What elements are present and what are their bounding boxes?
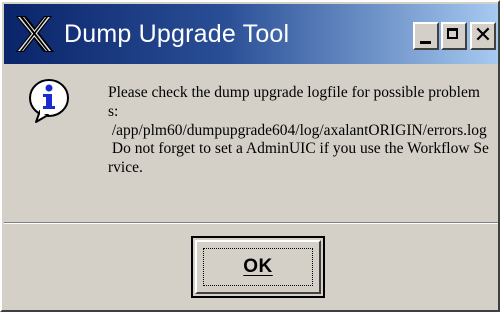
maximize-button[interactable]: [441, 22, 467, 50]
dialog-content: Please check the dump upgrade logfile fo…: [4, 64, 498, 222]
ok-button-label: OK: [243, 256, 273, 277]
close-icon: ✕: [473, 23, 493, 48]
information-icon: [29, 79, 69, 123]
message-dialog: Dump Upgrade Tool ✕ Please check the dum…: [0, 0, 500, 312]
ok-button-default-frame: OK: [191, 236, 325, 298]
message-text: Please check the dump upgrade logfile fo…: [108, 84, 489, 177]
window-title: Dump Upgrade Tool: [64, 20, 290, 48]
title-bar[interactable]: Dump Upgrade Tool ✕: [4, 4, 498, 64]
x-window-icon: [16, 16, 54, 52]
minimize-button[interactable]: [413, 22, 439, 50]
close-button[interactable]: ✕: [470, 22, 496, 50]
button-separator: [4, 222, 498, 224]
ok-button[interactable]: OK: [195, 240, 321, 294]
